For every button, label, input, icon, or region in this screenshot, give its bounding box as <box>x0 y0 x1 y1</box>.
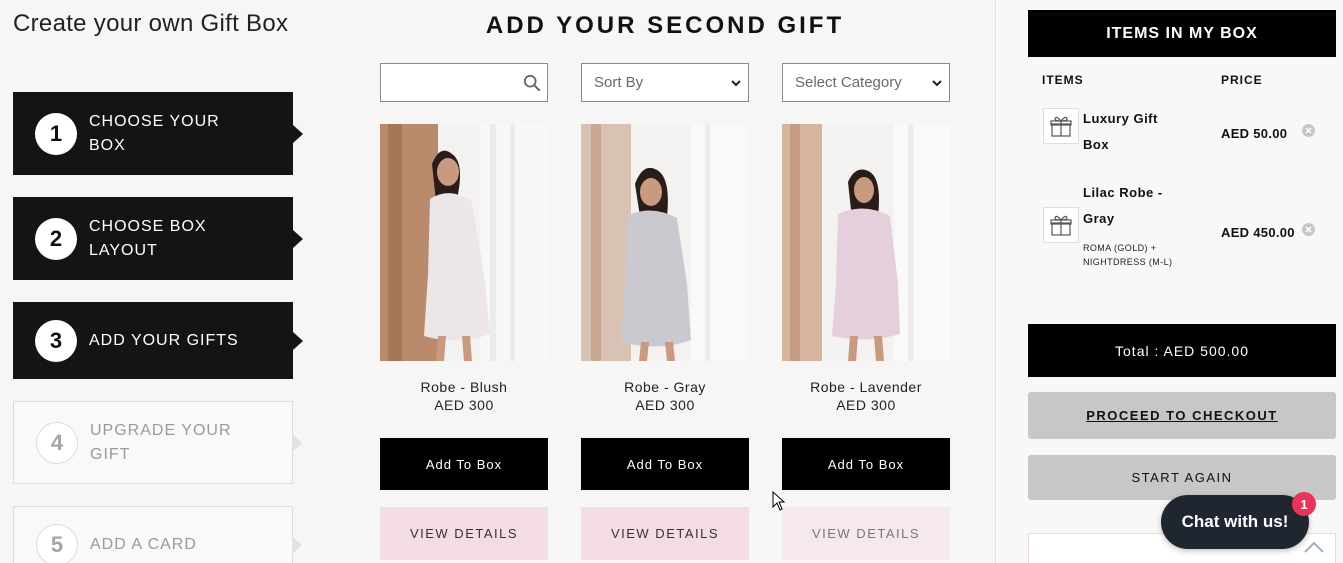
view-details-button[interactable]: VIEW DETAILS <box>380 507 548 560</box>
proceed-to-checkout-button[interactable]: PROCEED TO CHECKOUT <box>1028 392 1336 439</box>
step-number: 2 <box>35 217 77 260</box>
step-add-a-card[interactable]: 5 ADD A CARD <box>13 506 302 563</box>
cart-item: Luxury Gift Box AED 50.00 <box>1043 106 1333 162</box>
cart-item-variant: ROMA (GOLD) + NIGHTDRESS (M-L) <box>1083 243 1173 267</box>
step-choose-box-layout[interactable]: 2 CHOOSE BOX LAYOUT <box>13 197 303 280</box>
cart-item-name: Luxury Gift Box <box>1083 106 1203 158</box>
start-again-button[interactable]: START AGAIN <box>1028 455 1336 500</box>
cart-item: Lilac Robe - Gray ROMA (GOLD) + NIGHTDRE… <box>1043 180 1333 270</box>
product-price: AED 300 <box>836 397 896 413</box>
cart-item-name-line: Gray <box>1083 211 1115 226</box>
step-upgrade-your-gift[interactable]: 4 UPGRADE YOUR GIFT <box>13 401 302 484</box>
section-title: ADD YOUR SECOND GIFT <box>485 12 845 39</box>
product-image[interactable] <box>782 124 950 361</box>
step-number: 5 <box>36 524 78 563</box>
step-label: ADD A CARD <box>90 536 197 553</box>
add-to-box-button[interactable]: Add To Box <box>380 438 548 490</box>
column-divider <box>995 0 996 563</box>
sort-select[interactable]: Sort By <box>581 63 749 102</box>
remove-item-icon[interactable] <box>1302 124 1315 137</box>
add-to-box-button[interactable]: Add To Box <box>782 438 950 490</box>
chevron-down-icon <box>731 79 741 86</box>
category-select-value: Select Category <box>795 74 902 91</box>
view-details-button[interactable]: VIEW DETAILS <box>581 507 749 560</box>
remove-item-icon[interactable] <box>1302 223 1315 236</box>
scroll-to-top-icon[interactable] <box>1303 540 1325 554</box>
product-name[interactable]: Robe - Blush <box>380 379 548 395</box>
cart-item-name-line: Lilac Robe - <box>1083 185 1163 200</box>
page-heading: Create your own Gift Box <box>13 10 289 37</box>
product-card: Robe - Blush AED 300 <box>380 124 548 413</box>
product-name[interactable]: Robe - Lavender <box>782 379 950 395</box>
cart-item-name-line: Luxury Gift <box>1083 111 1158 126</box>
step-number: 4 <box>36 421 78 464</box>
step-label: ADD YOUR GIFTS <box>89 331 239 349</box>
step-add-your-gifts[interactable]: 3 ADD YOUR GIFTS <box>13 302 303 379</box>
search-box[interactable] <box>380 63 548 102</box>
product-card: Robe - Gray AED 300 <box>581 124 749 413</box>
cart-total: Total : AED 500.00 <box>1028 324 1336 377</box>
cart-item-price: AED 50.00 <box>1221 126 1288 141</box>
gift-thumbnail <box>1043 108 1079 144</box>
step-number: 3 <box>35 319 77 362</box>
mouse-cursor-icon <box>772 491 786 511</box>
category-select[interactable]: Select Category <box>782 63 950 102</box>
product-price: AED 300 <box>635 397 695 413</box>
view-details-button[interactable]: VIEW DETAILS <box>782 507 950 560</box>
step-choose-your-box[interactable]: 1 CHOOSE YOUR BOX <box>13 92 303 175</box>
gift-icon <box>1050 116 1072 137</box>
search-input[interactable] <box>381 64 521 101</box>
product-price: AED 300 <box>434 397 494 413</box>
sort-select-value: Sort By <box>594 74 644 91</box>
product-card: Robe - Lavender AED 300 <box>782 124 950 413</box>
step-label: CHOOSE YOUR BOX <box>89 112 220 154</box>
cart-item-price: AED 450.00 <box>1221 225 1295 240</box>
cart-title: ITEMS IN MY BOX <box>1028 10 1336 57</box>
step-number: 1 <box>35 112 77 155</box>
step-label: UPGRADE YOUR GIFT <box>90 421 232 463</box>
price-column-header: PRICE <box>1221 73 1263 87</box>
items-column-header: ITEMS <box>1042 73 1084 87</box>
cart-item-name-line: Box <box>1083 137 1110 152</box>
gift-icon <box>1050 215 1072 236</box>
cart-item-name: Lilac Robe - Gray <box>1083 180 1203 232</box>
product-image[interactable] <box>380 124 548 361</box>
search-icon[interactable] <box>523 74 541 92</box>
chevron-down-icon <box>932 79 942 86</box>
product-image[interactable] <box>581 124 749 361</box>
step-label: CHOOSE BOX LAYOUT <box>89 217 207 259</box>
chat-notification-badge: 1 <box>1292 492 1316 516</box>
chat-with-us-button[interactable]: Chat with us! <box>1161 495 1309 549</box>
gift-thumbnail <box>1043 207 1079 243</box>
add-to-box-button[interactable]: Add To Box <box>581 438 749 490</box>
product-name[interactable]: Robe - Gray <box>581 379 749 395</box>
